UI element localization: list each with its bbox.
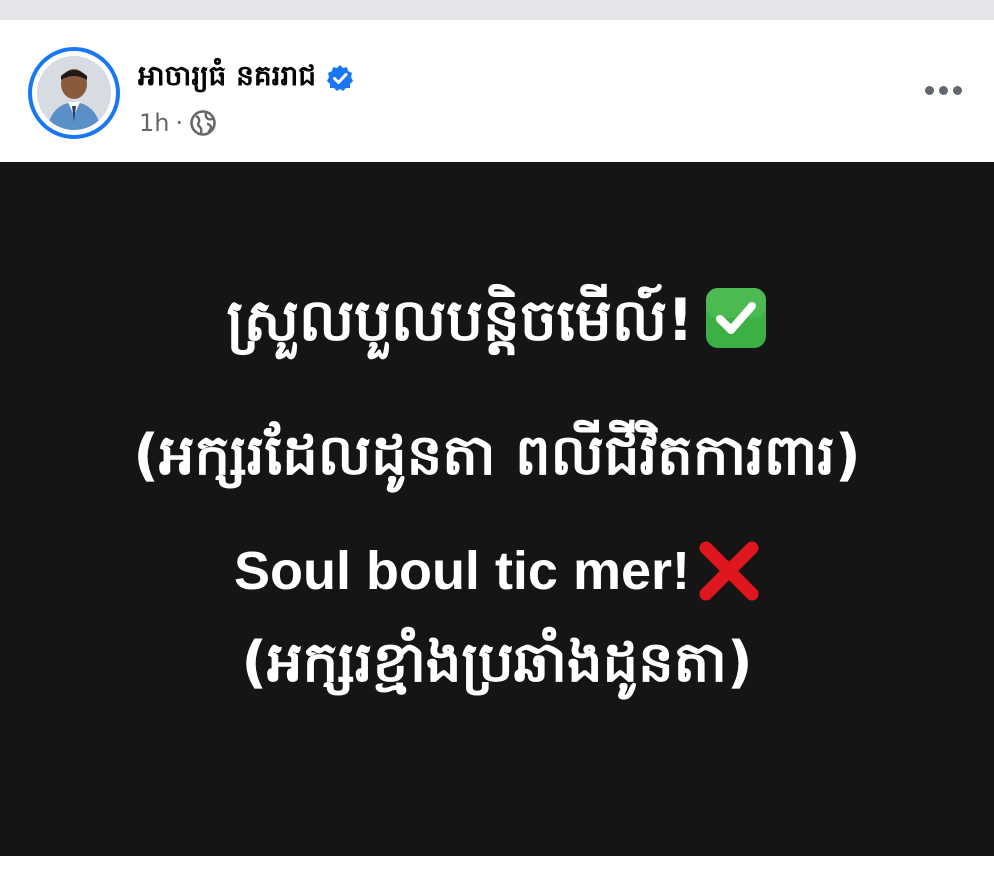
- avatar[interactable]: [28, 47, 120, 139]
- top-divider: [0, 0, 994, 20]
- author-name[interactable]: អាចារ្យធំ នគររាជ: [138, 58, 316, 99]
- post-timestamp[interactable]: 1h: [139, 109, 169, 137]
- post-image[interactable]: ស្រួលបួលបន្តិចមើល៍! (អក្សរដែលដូនតា ពលីជី…: [0, 162, 994, 856]
- image-line-wrong: Soul boul tic mer!: [0, 540, 994, 606]
- red-cross-icon: [698, 540, 760, 602]
- profile-photo: [37, 56, 111, 130]
- more-dot: [924, 85, 934, 95]
- more-dot: [952, 85, 962, 95]
- green-check-icon: [704, 286, 768, 350]
- meta-separator: ·: [175, 109, 184, 137]
- image-text-line3: Soul boul tic mer!: [233, 541, 691, 601]
- image-text-line1: ស្រួលបួលបន្តិចមើល៍!: [226, 286, 694, 354]
- globe-icon[interactable]: [189, 109, 217, 137]
- more-options-button[interactable]: [918, 70, 968, 110]
- post-header: អាចារ្យធំ នគររាជ 1h ·: [0, 20, 994, 162]
- more-dot: [938, 85, 948, 95]
- author-row: អាចារ្យធំ នគររាជ: [138, 58, 354, 98]
- post-meta: 1h ·: [139, 106, 217, 140]
- image-line-correct: ស្រួលបួលបន្តិចមើល៍!: [0, 284, 994, 369]
- image-line-description-1: (អក្សរដែលដូនតា ពលីជីវិតការពារ): [133, 423, 861, 488]
- bottom-strip: [0, 856, 994, 873]
- image-line-description-2: (អក្សរខ្មាំងប្រឆាំងដូនតា): [241, 630, 753, 695]
- verified-badge-icon: [326, 64, 354, 92]
